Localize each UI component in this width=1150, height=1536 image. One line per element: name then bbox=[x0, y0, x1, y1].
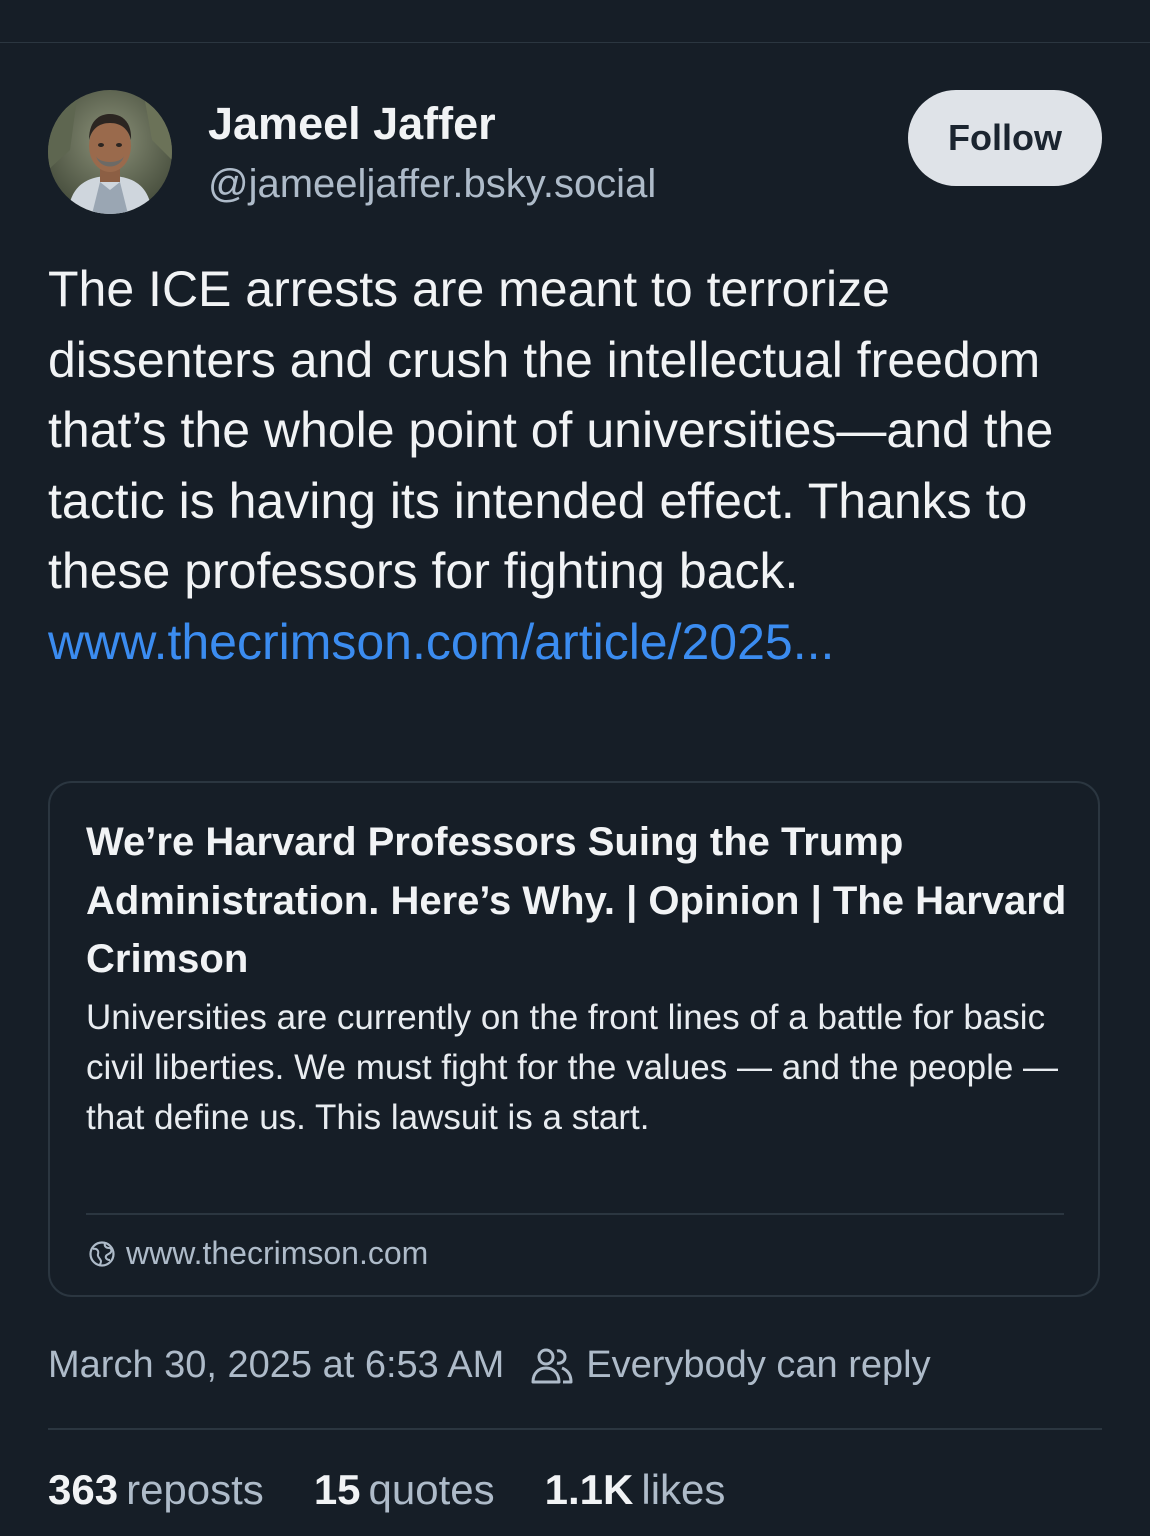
likes-count: 1.1K bbox=[544, 1466, 634, 1513]
people-icon bbox=[531, 1348, 573, 1383]
post-stats: 363 reposts 15 quotes 1.1K likes bbox=[48, 1466, 775, 1514]
embed-divider bbox=[86, 1213, 1064, 1215]
author-name[interactable]: Jameel Jaffer bbox=[208, 98, 496, 150]
reply-setting-label: Everybody can reply bbox=[586, 1344, 931, 1386]
reposts-count: 363 bbox=[48, 1466, 119, 1513]
reposts-label: reposts bbox=[126, 1466, 264, 1513]
likes-stat[interactable]: 1.1K likes bbox=[545, 1466, 726, 1514]
avatar[interactable] bbox=[48, 90, 172, 214]
stats-divider bbox=[48, 1428, 1102, 1430]
quotes-stat[interactable]: 15 quotes bbox=[314, 1466, 495, 1514]
embed-title: We’re Harvard Professors Suing the Trump… bbox=[86, 820, 1067, 981]
top-divider bbox=[0, 42, 1150, 43]
embed-description: Universities are currently on the front … bbox=[86, 998, 1059, 1137]
author-handle[interactable]: @jameeljaffer.bsky.social bbox=[208, 162, 656, 207]
avatar-image bbox=[48, 90, 172, 214]
reposts-stat[interactable]: 363 reposts bbox=[48, 1466, 264, 1514]
post-link[interactable]: www.thecrimson.com/article/2025... bbox=[48, 607, 1108, 678]
reply-setting: Everybody can reply bbox=[530, 1344, 931, 1387]
post-timestamp: March 30, 2025 at 6:53 AM bbox=[48, 1344, 505, 1386]
quotes-label: quotes bbox=[368, 1466, 495, 1513]
embed-domain-row: www.thecrimson.com bbox=[88, 1235, 428, 1272]
embed-domain: www.thecrimson.com bbox=[126, 1235, 429, 1271]
post-text: The ICE arrests are meant to terrorize d… bbox=[48, 261, 1054, 599]
post-header: Jameel Jaffer @jameeljaffer.bsky.social … bbox=[48, 90, 1104, 216]
link-embed-card[interactable]: We’re Harvard Professors Suing the Trump… bbox=[48, 781, 1100, 1297]
post-meta: March 30, 2025 at 6:53 AM Everybody can … bbox=[48, 1344, 931, 1387]
likes-label: likes bbox=[641, 1466, 726, 1513]
follow-button[interactable]: Follow bbox=[908, 90, 1102, 186]
quotes-count: 15 bbox=[313, 1466, 361, 1513]
globe-icon bbox=[89, 1240, 115, 1267]
post-body: The ICE arrests are meant to terrorize d… bbox=[48, 254, 1108, 677]
